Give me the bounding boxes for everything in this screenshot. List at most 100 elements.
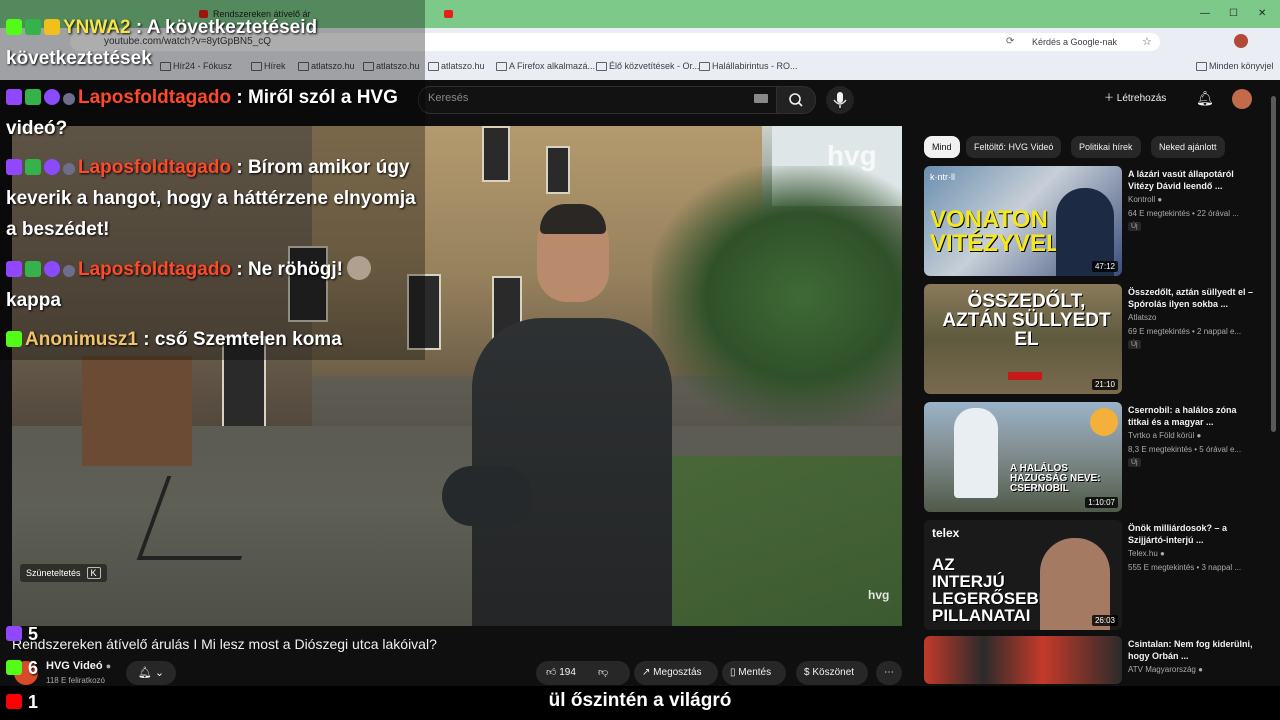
moderator-badge-icon: [25, 261, 41, 277]
close-window-button[interactable]: ✕: [1258, 8, 1266, 19]
star-icon[interactable]: ☆: [1142, 35, 1152, 48]
video-thumbnail[interactable]: telex AZ INTERJÚ LEGERŐSEBB PILLANATAI 2…: [924, 520, 1122, 630]
chip-uploader[interactable]: Feltöltő: HVG Videó: [966, 136, 1062, 158]
create-button[interactable]: ＋ Létrehozás: [1104, 86, 1166, 112]
recommendation-item[interactable]: k·ntr·ll VONATON VITÉZYVEL 47:12 A lázár…: [924, 166, 1264, 278]
like-dislike-group: 👍︎ 194 👎︎: [536, 661, 630, 685]
youtube-icon: [6, 694, 22, 709]
bookmark-item[interactable]: atlatszo.hu: [428, 61, 485, 71]
youtube-avatar[interactable]: [1232, 89, 1252, 109]
bookmark-item[interactable]: Halállabirintus - RO...: [699, 61, 798, 71]
like-count: 194: [559, 667, 576, 678]
new-badge: Új: [1128, 222, 1141, 231]
bookmark-item[interactable]: Élő közvetítések - Or...: [596, 61, 700, 71]
pause-key: K: [86, 567, 101, 579]
video-thumbnail[interactable]: [924, 636, 1122, 684]
maximize-button[interactable]: ☐: [1229, 8, 1238, 19]
bookmark-item[interactable]: Minden könyvjel: [1196, 61, 1274, 71]
profile-avatar[interactable]: [1234, 34, 1248, 48]
recommendation-item[interactable]: A HALÁLOS HAZUGSÁG NEVE: CSERNOBIL 1:10:…: [924, 402, 1264, 514]
verified-icon: ●: [1196, 431, 1202, 440]
twitch-icon: [6, 159, 22, 175]
no-audio-badge-icon: [63, 93, 75, 105]
verified-icon: ●: [1160, 549, 1165, 558]
man-figure: [442, 204, 692, 626]
bell-icon[interactable]: 🔔︎: [1196, 90, 1214, 107]
create-label: Létrehozás: [1116, 93, 1167, 104]
rec-channel-text: Tvrtko a Föld körül: [1128, 431, 1195, 440]
chat-message: Laposfoldtagado : Miről szól a HVG videó…: [6, 82, 418, 144]
chip-all[interactable]: Mind: [924, 136, 960, 158]
recommendation-item[interactable]: telex AZ INTERJÚ LEGERŐSEBB PILLANATAI 2…: [924, 520, 1264, 632]
save-button[interactable]: ▯ Mentés: [722, 661, 786, 685]
rec-channel[interactable]: Telex.hu ●: [1128, 549, 1165, 558]
rec-title[interactable]: Önök milliárdosok? – a Szijjártó-interjú…: [1128, 522, 1258, 546]
bookmark-icon: ▯: [730, 667, 736, 678]
crown-badge-icon: [44, 19, 60, 35]
minimize-button[interactable]: —: [1200, 8, 1210, 19]
duration-badge: 21:10: [1091, 379, 1118, 390]
rec-channel[interactable]: Kontroll ●: [1128, 195, 1162, 204]
thanks-button[interactable]: $ Köszönet: [796, 661, 868, 685]
youtube-viewer-count: 1: [6, 691, 38, 713]
bookmark-item[interactable]: A Firefox alkalmazá...: [496, 61, 595, 71]
mic-button[interactable]: [826, 86, 854, 114]
video-thumbnail[interactable]: A HALÁLOS HAZUGSÁG NEVE: CSERNOBIL 1:10:…: [924, 402, 1122, 512]
duration-badge: 26:03: [1091, 615, 1118, 626]
pause-tooltip: Szüneteltetés K: [20, 564, 107, 582]
thanks-label: Köszönet: [812, 667, 855, 678]
chat-separator: :: [231, 157, 248, 178]
more-icon: ⋯: [884, 667, 894, 678]
star-badge-icon: [44, 261, 60, 277]
channel-name[interactable]: HVG Videó ●: [46, 660, 111, 672]
scrollbar[interactable]: [1271, 96, 1276, 432]
mic-icon: [833, 92, 847, 108]
notification-bell-button[interactable]: 🔔︎ ⌄: [126, 661, 176, 685]
rec-channel[interactable]: Atlatszo: [1128, 313, 1156, 322]
search-input[interactable]: [418, 86, 778, 114]
chat-separator: :: [137, 329, 155, 350]
twitch-count: 5: [28, 624, 39, 644]
rec-channel[interactable]: Tvrtko a Föld körül ●: [1128, 431, 1201, 440]
like-button[interactable]: 👍︎ 194: [546, 661, 576, 685]
video-thumbnail[interactable]: ÖSSZEDŐLT, AZTÁN SÜLLYEDT EL 21:10: [924, 284, 1122, 394]
kick-count: 6: [28, 658, 39, 678]
rec-meta: 8,3 E megtekintés • 5 órával e...: [1128, 445, 1242, 454]
hvg-watermark: hvg: [827, 140, 877, 171]
hvg-watermark-small: hvg: [868, 588, 890, 602]
video-thumbnail[interactable]: k·ntr·ll VONATON VITÉZYVEL 47:12: [924, 166, 1122, 276]
chat-username: YNWA2: [63, 17, 131, 38]
ask-google-button[interactable]: Kérdés a Google-nak: [1032, 37, 1117, 47]
dislike-button[interactable]: 👎︎: [598, 661, 608, 685]
kappa-emote-icon: [346, 256, 371, 280]
reload-icon[interactable]: ⟳: [1006, 36, 1014, 47]
thumbs-down-icon: 👎︎: [598, 667, 609, 678]
rec-title[interactable]: Csernobil: a halálos zóna titkai és a ma…: [1128, 404, 1258, 428]
rec-title[interactable]: A lázári vasút állapotáról Vitézy Dávid …: [1128, 168, 1258, 192]
youtube-count: 1: [28, 692, 39, 712]
chat-text-continuation: kappa: [6, 290, 61, 311]
search-button[interactable]: [776, 86, 816, 114]
rec-title[interactable]: Csintalan: Nem fog kiderülni, hogy Orbán…: [1128, 638, 1258, 662]
share-button[interactable]: ↗ Megosztás: [634, 661, 718, 685]
rec-title[interactable]: Összedőlt, aztán süllyedt el – Spórolás …: [1128, 286, 1258, 310]
chip-politics[interactable]: Politikai hírek: [1071, 136, 1141, 158]
recommendation-item[interactable]: Csintalan: Nem fog kiderülni, hogy Orbán…: [924, 636, 1264, 684]
thumbnail-text: AZ INTERJÚ LEGERŐSEBB PILLANATAI: [932, 555, 1052, 625]
rec-channel[interactable]: ATV Magyarország ●: [1128, 665, 1203, 674]
door-scene: [82, 356, 192, 466]
chip-recommended[interactable]: Neked ajánlott: [1151, 136, 1225, 158]
chat-username: Laposfoldtagado: [78, 259, 232, 280]
rec-meta: 64 E megtekintés • 22 órával ...: [1128, 209, 1239, 218]
more-button[interactable]: ⋯: [876, 661, 902, 685]
chevron-down-icon: ⌄: [154, 667, 165, 679]
moderator-badge-icon: [25, 89, 41, 105]
thumbnail-text: A HALÁLOS HAZUGSÁG NEVE: CSERNOBIL: [1010, 463, 1101, 494]
chat-separator: :: [231, 259, 248, 280]
recommendation-item[interactable]: ÖSSZEDŐLT, AZTÁN SÜLLYEDT EL 21:10 Össze…: [924, 284, 1264, 396]
channel-name-text: HVG Videó: [46, 660, 103, 672]
kick-icon: [6, 331, 22, 347]
tab-spacer: [440, 5, 458, 23]
keyboard-icon[interactable]: [754, 94, 768, 103]
chat-message: Anonimusz1 : cső Szemtelen koma: [6, 324, 418, 355]
